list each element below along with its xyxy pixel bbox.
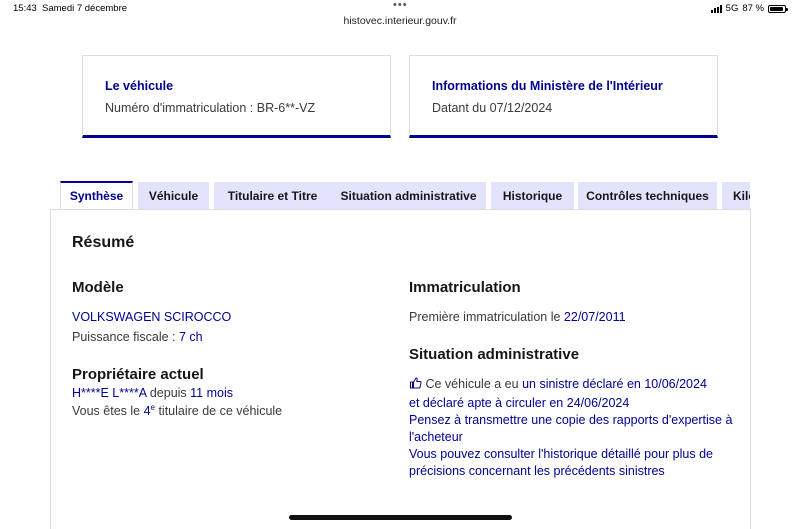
- tab-historique[interactable]: Historique: [491, 182, 574, 210]
- tab-kilometrage[interactable]: Kilo: [722, 182, 750, 210]
- depuis-label: depuis: [146, 386, 191, 400]
- battery-percent: 87 %: [742, 3, 764, 14]
- status-indicators: 5G 87 %: [710, 3, 788, 14]
- tab-synthese[interactable]: Synthèse: [60, 181, 133, 210]
- puissance-label: Puissance fiscale :: [72, 330, 179, 344]
- proprietaire-title: Propriétaire actuel: [72, 366, 204, 383]
- tab-titulaire-titre[interactable]: Titulaire et Titre: [214, 182, 331, 210]
- registration-number: Numéro d'immatriculation : BR-6**-VZ: [105, 101, 316, 115]
- network-type: 5G: [725, 3, 739, 14]
- status-date: Samedi 7 décembre: [42, 3, 128, 14]
- model-name: VOLKSWAGEN SCIROCCO: [72, 310, 232, 324]
- address-bar[interactable]: histovec.interieur.gouv.fr: [0, 15, 800, 27]
- apte-line: et déclaré apte à circuler en 24/06/2024: [409, 396, 629, 410]
- signal-icon: [710, 4, 722, 13]
- puissance-value: 7 ch: [179, 330, 203, 344]
- tab-vehicule[interactable]: Véhicule: [138, 182, 209, 210]
- first-registration-date: 22/07/2011: [563, 310, 626, 324]
- info-date: Datant du 07/12/2024: [432, 101, 553, 115]
- rank-num: 4: [143, 404, 151, 419]
- tab-controles-techniques[interactable]: Contrôles techniques: [578, 182, 717, 210]
- owner-rank: Vous êtes le 4e titulaire de ce véhicule: [72, 403, 282, 418]
- multitask-dots-icon[interactable]: •••: [393, 0, 408, 11]
- modele-title: Modèle: [72, 279, 124, 296]
- sinistre-prefix: Ce véhicule a eu: [422, 377, 523, 391]
- advice-expertise-line2[interactable]: l'acheteur: [409, 430, 463, 444]
- depuis-value: 11 mois: [190, 386, 233, 400]
- advice-historique-line2[interactable]: précisions concernant les précédents sin…: [409, 464, 665, 478]
- owner-name: H****E L****A: [72, 386, 147, 400]
- tab-bar: Synthèse Véhicule Titulaire et Titre Sit…: [60, 181, 750, 210]
- apte-prefix: et: [409, 396, 423, 410]
- vehicle-card-title: Le véhicule: [105, 79, 174, 93]
- home-indicator[interactable]: [289, 515, 512, 520]
- advice-historique-line1[interactable]: Vous pouvez consulter l'historique détai…: [409, 447, 713, 461]
- situation-title: Situation administrative: [409, 346, 580, 363]
- ministry-card-title: Informations du Ministère de l'Intérieur: [432, 79, 663, 93]
- rank-prefix: Vous êtes le: [72, 404, 144, 419]
- rank-number: 4e: [143, 403, 155, 419]
- rank-suffix: titulaire de ce véhicule: [154, 404, 283, 419]
- battery-icon: [768, 4, 788, 13]
- apte-link[interactable]: déclaré apte à circuler en 24/06/2024: [423, 396, 629, 410]
- sinistre-line: Ce véhicule a eu un sinistre déclaré en …: [409, 377, 707, 391]
- first-registration-label: Première immatriculation le: [409, 310, 564, 324]
- immatriculation-title: Immatriculation: [409, 279, 521, 296]
- owner-line: H****E L****A depuis 11 mois: [72, 386, 233, 400]
- first-registration: Première immatriculation le 22/07/2011: [409, 310, 626, 324]
- advice-expertise-line1[interactable]: Pensez à transmettre une copie des rappo…: [409, 413, 732, 427]
- status-time: 15:43: [13, 3, 37, 14]
- vehicle-card: Le véhicule Numéro d'immatriculation : B…: [82, 55, 391, 138]
- tab-situation-administrative[interactable]: Situation administrative: [331, 182, 486, 210]
- sinistre-link[interactable]: un sinistre déclaré en 10/06/2024: [522, 377, 707, 391]
- status-bar: 15:43 Samedi 7 décembre ••• 5G 87 %: [0, 0, 800, 16]
- resume-title: Résumé: [72, 234, 135, 251]
- ministry-info-card: Informations du Ministère de l'Intérieur…: [409, 55, 718, 138]
- puissance-fiscale: Puissance fiscale : 7 ch: [72, 330, 203, 344]
- thumbs-up-icon: [410, 377, 422, 389]
